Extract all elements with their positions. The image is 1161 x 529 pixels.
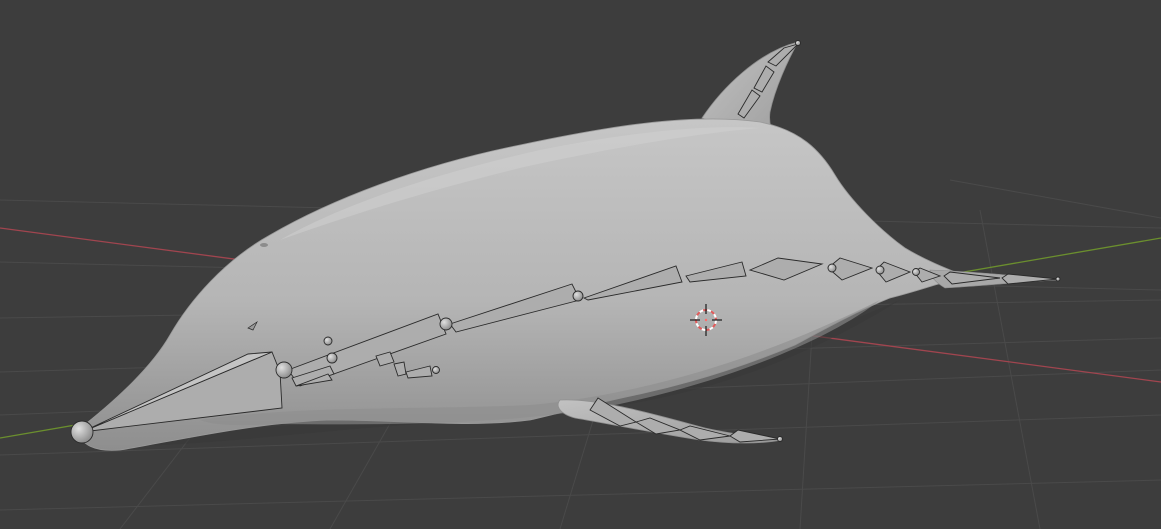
joint-tail-tip[interactable] xyxy=(1055,276,1061,282)
joint-jaw[interactable] xyxy=(326,352,338,364)
joint-head[interactable] xyxy=(275,361,293,379)
3d-cursor-center xyxy=(704,318,708,322)
3d-viewport[interactable] xyxy=(0,0,1161,529)
joint-neck[interactable] xyxy=(439,317,453,331)
joint-dorsal-tip[interactable] xyxy=(795,40,801,46)
blowhole xyxy=(260,243,268,247)
joint-jaw-2[interactable] xyxy=(323,336,333,346)
joint-spine-5[interactable] xyxy=(875,265,885,275)
joint-pectoral-left[interactable] xyxy=(432,366,440,374)
viewport-scene[interactable] xyxy=(0,0,1161,529)
joint-spine-6[interactable] xyxy=(912,268,920,276)
bone-tail-2[interactable] xyxy=(1001,273,1059,285)
joint-snout[interactable] xyxy=(70,420,94,444)
joint-spine-4[interactable] xyxy=(827,263,837,273)
joint-spine-1[interactable] xyxy=(572,290,584,302)
joint-pectoral-right-tip[interactable] xyxy=(777,436,783,442)
